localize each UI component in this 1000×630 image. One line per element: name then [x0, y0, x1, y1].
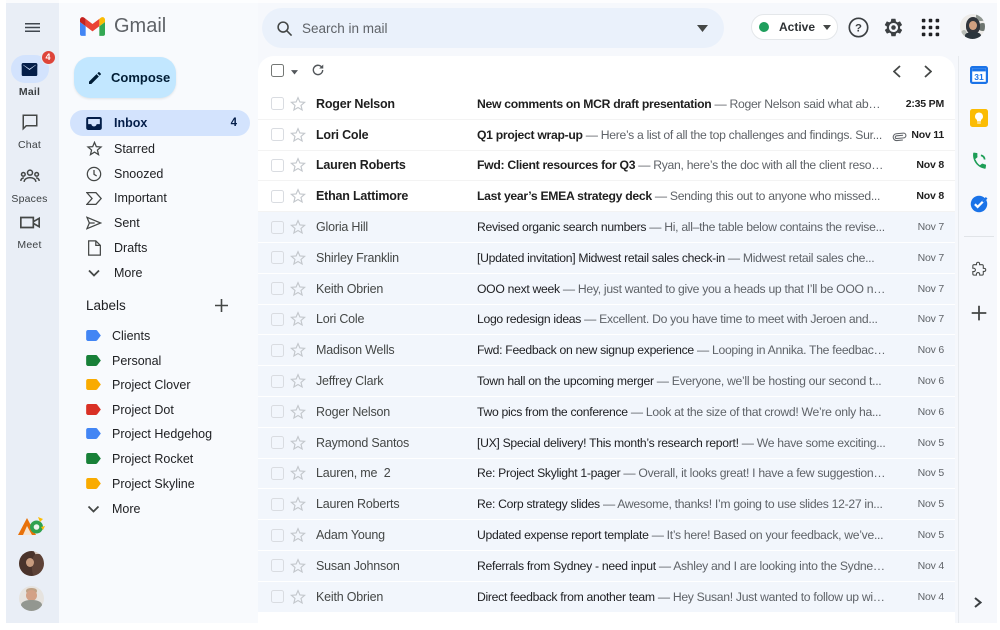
svg-text:31: 31 [974, 72, 984, 82]
svg-text:?: ? [855, 22, 862, 34]
